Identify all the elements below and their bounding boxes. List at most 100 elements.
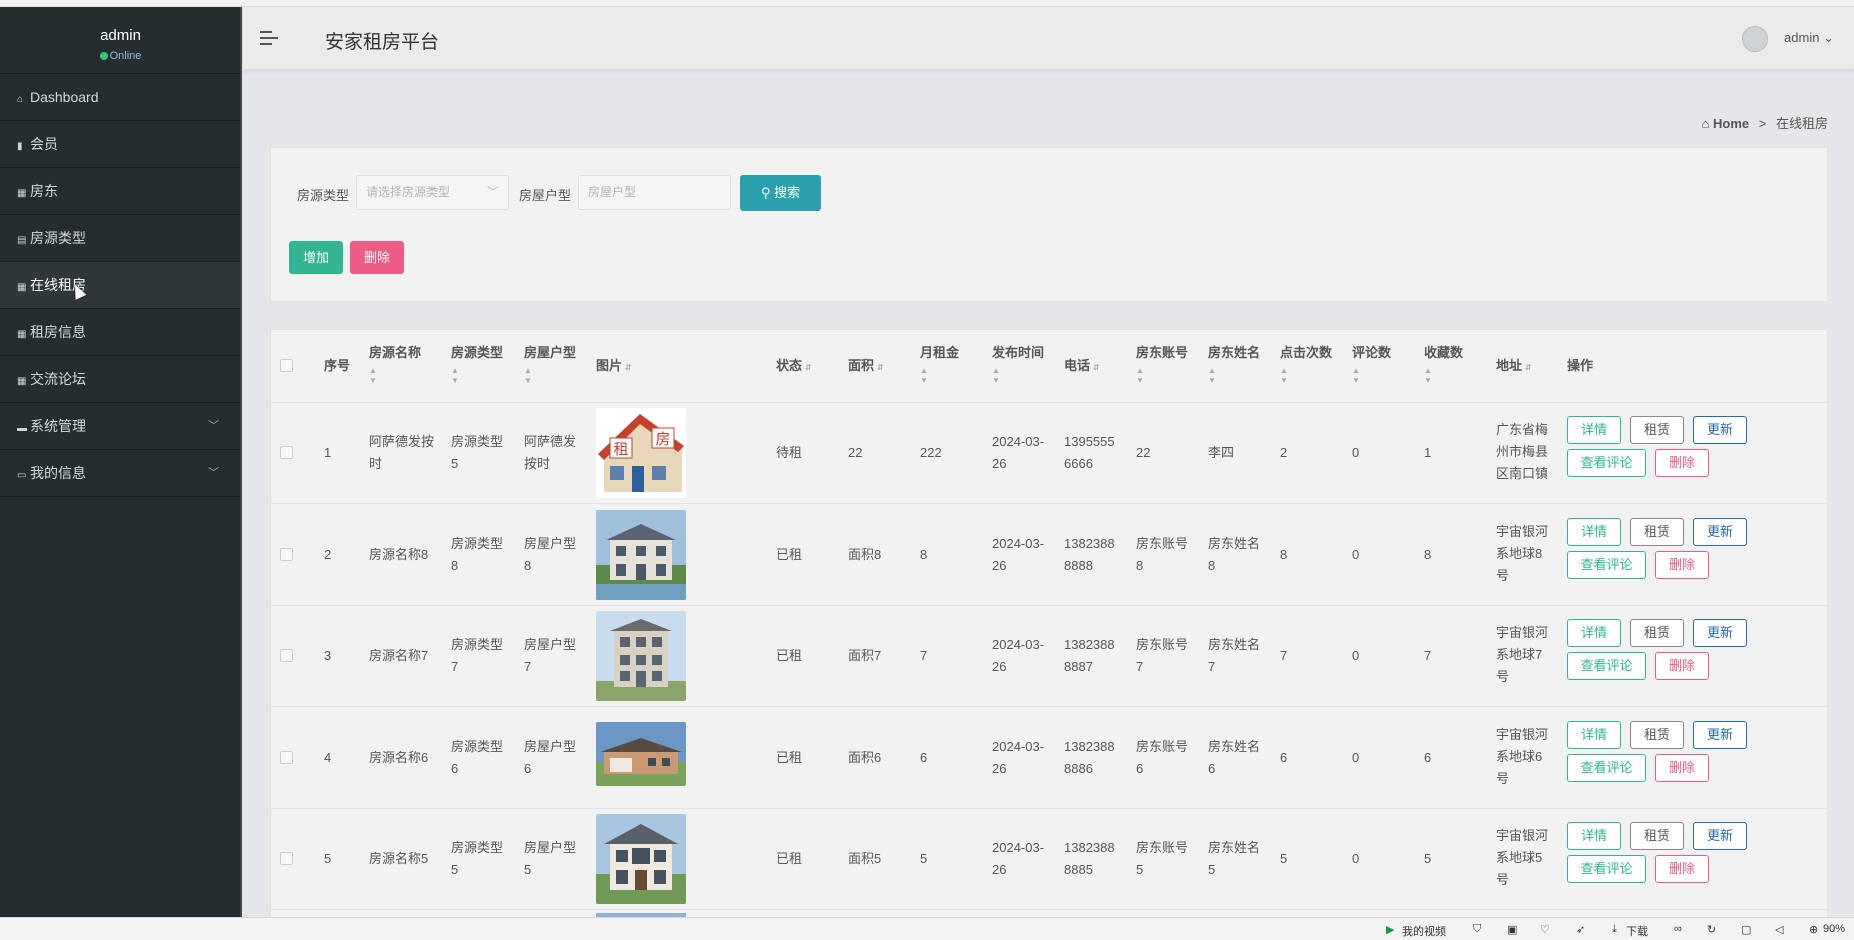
window-icon[interactable]: ▢ xyxy=(1741,923,1751,936)
detail-button[interactable]: 详情 xyxy=(1567,518,1621,546)
sidebar-item-online-rental[interactable]: ▦ 在线租房 xyxy=(0,262,241,309)
sort-icon[interactable]: ▲ ▼ xyxy=(369,366,439,386)
download-icon[interactable]: ⤓ xyxy=(1612,923,1617,936)
rent-button[interactable]: 租赁 xyxy=(1630,721,1684,749)
menu-toggle-icon[interactable] xyxy=(260,31,278,47)
delete-button[interactable]: 删除 xyxy=(1655,855,1709,883)
col-address[interactable]: 地址 ⇵ xyxy=(1496,355,1532,379)
breadcrumb-home-link[interactable]: Home xyxy=(1713,116,1749,131)
update-button[interactable]: 更新 xyxy=(1693,822,1747,850)
sidebar-item-rental-info[interactable]: ▦ 租房信息 xyxy=(0,309,241,356)
col-date[interactable]: 发布时间 ▲ ▼ xyxy=(992,342,1052,386)
select-all-checkbox[interactable] xyxy=(280,359,293,372)
house-image[interactable]: 租 房 xyxy=(596,408,686,498)
shield-icon[interactable]: ⛉ xyxy=(1473,923,1481,936)
rent-button[interactable]: 租赁 xyxy=(1630,518,1684,546)
house-image[interactable] xyxy=(596,611,686,701)
sidebar-item-landlords[interactable]: ▦ 房东 xyxy=(0,168,241,215)
update-button[interactable]: 更新 xyxy=(1693,518,1747,546)
house-layout-input[interactable]: 房屋户型 xyxy=(578,175,731,210)
sort-icon[interactable]: ▲ ▼ xyxy=(1280,366,1340,386)
rent-button[interactable]: 租赁 xyxy=(1630,822,1684,850)
delete-button[interactable]: 删除 xyxy=(1655,754,1709,782)
zoom-level[interactable]: 90% xyxy=(1823,923,1845,935)
col-account[interactable]: 房东账号 ▲ ▼ xyxy=(1136,342,1196,386)
col-comments[interactable]: 评论数 ▲ ▼ xyxy=(1352,342,1412,386)
sort-icon[interactable]: ⇵ xyxy=(805,363,812,372)
sort-icon[interactable]: ▲ ▼ xyxy=(451,366,511,386)
my-video-link[interactable]: 我的视频 xyxy=(1402,923,1446,939)
house-type-select[interactable]: 请选择房源类型 ﹀ xyxy=(356,175,509,210)
sort-icon[interactable]: ⇵ xyxy=(1093,363,1100,372)
row-checkbox[interactable] xyxy=(280,649,293,662)
view-comments-button[interactable]: 查看评论 xyxy=(1567,855,1646,883)
glasses-icon[interactable]: ∞ xyxy=(1674,923,1682,935)
col-image[interactable]: 图片 ⇵ xyxy=(596,355,632,379)
view-comments-button[interactable]: 查看评论 xyxy=(1567,449,1646,477)
sort-icon[interactable]: ▲ ▼ xyxy=(1208,366,1268,386)
delete-button[interactable]: 删除 xyxy=(1655,652,1709,680)
image-icon[interactable]: ▣ xyxy=(1507,923,1517,936)
col-name[interactable]: 房源名称 ▲ ▼ xyxy=(369,342,439,386)
sort-icon[interactable]: ▲ ▼ xyxy=(992,366,1052,386)
row-checkbox[interactable] xyxy=(280,548,293,561)
sort-icon[interactable]: ⇵ xyxy=(625,363,632,372)
col-layout[interactable]: 房屋户型 ▲ ▼ xyxy=(524,342,584,386)
view-comments-button[interactable]: 查看评论 xyxy=(1567,754,1646,782)
detail-button[interactable]: 详情 xyxy=(1567,822,1621,850)
col-owner[interactable]: 房东姓名 ▲ ▼ xyxy=(1208,342,1268,386)
header-user-menu[interactable]: admin ⌄ xyxy=(1784,30,1834,46)
col-favs[interactable]: 收藏数 ▲ ▼ xyxy=(1424,342,1484,386)
download-link[interactable]: 下载 xyxy=(1626,923,1648,939)
cell-favs: 6 xyxy=(1424,750,1432,765)
detail-button[interactable]: 详情 xyxy=(1567,721,1621,749)
col-rent[interactable]: 月租金 ▲ ▼ xyxy=(920,342,980,386)
col-type[interactable]: 房源类型 ▲ ▼ xyxy=(451,342,511,386)
col-phone[interactable]: 电话 ⇵ xyxy=(1064,355,1100,379)
sidebar-item-my-info[interactable]: ▭ 我的信息 ﹀ xyxy=(0,450,241,497)
play-icon[interactable]: ▶ xyxy=(1386,923,1394,936)
row-checkbox[interactable] xyxy=(280,852,293,865)
col-clicks[interactable]: 点击次数 ▲ ▼ xyxy=(1280,342,1340,386)
sort-icon[interactable]: ⇵ xyxy=(1525,363,1532,372)
zoom-icon[interactable]: ⊕ xyxy=(1809,923,1818,936)
detail-button[interactable]: 详情 xyxy=(1567,416,1621,444)
sidebar-scrollbar[interactable] xyxy=(240,7,242,917)
sidebar-item-system[interactable]: ▬ 系统管理 ﹀ xyxy=(0,403,241,450)
sort-icon[interactable]: ▲ ▼ xyxy=(1352,366,1412,386)
sort-icon[interactable]: ▲ ▼ xyxy=(920,366,980,386)
rocket-icon[interactable]: ➶ xyxy=(1576,923,1585,936)
view-comments-button[interactable]: 查看评论 xyxy=(1567,551,1646,579)
search-button[interactable]: ⚲ 搜索 xyxy=(740,175,821,211)
add-button[interactable]: 增加 xyxy=(289,241,343,274)
sidebar-item-dashboard[interactable]: ⌂ Dashboard xyxy=(0,74,241,121)
house-image[interactable] xyxy=(596,722,686,786)
sidebar-item-forum[interactable]: ▦ 交流论坛 xyxy=(0,356,241,403)
sort-icon[interactable]: ⇵ xyxy=(877,363,884,372)
update-button[interactable]: 更新 xyxy=(1693,416,1747,444)
col-area[interactable]: 面积 ⇵ xyxy=(848,355,884,379)
sidebar-item-house-types[interactable]: ▤ 房源类型 xyxy=(0,215,241,262)
rent-button[interactable]: 租赁 xyxy=(1630,619,1684,647)
sort-icon[interactable]: ▲ ▼ xyxy=(1136,366,1196,386)
heart-icon[interactable]: ♡ xyxy=(1540,923,1550,936)
delete-button[interactable]: 删除 xyxy=(1655,551,1709,579)
update-button[interactable]: 更新 xyxy=(1693,721,1747,749)
view-comments-button[interactable]: 查看评论 xyxy=(1567,652,1646,680)
row-checkbox[interactable] xyxy=(280,446,293,459)
batch-delete-button[interactable]: 删除 xyxy=(350,241,404,274)
refresh-icon[interactable]: ↻ xyxy=(1707,923,1716,936)
row-checkbox[interactable] xyxy=(280,751,293,764)
house-image[interactable] xyxy=(596,510,686,600)
detail-button[interactable]: 详情 xyxy=(1567,619,1621,647)
avatar[interactable] xyxy=(1742,26,1768,52)
delete-button[interactable]: 删除 xyxy=(1655,449,1709,477)
rent-button[interactable]: 租赁 xyxy=(1630,416,1684,444)
update-button[interactable]: 更新 xyxy=(1693,619,1747,647)
house-image[interactable] xyxy=(596,814,686,904)
sort-icon[interactable]: ▲ ▼ xyxy=(524,366,584,386)
col-status[interactable]: 状态 ⇵ xyxy=(776,355,812,379)
sort-icon[interactable]: ▲ ▼ xyxy=(1424,366,1484,386)
sidebar-item-members[interactable]: ▮ 会员 xyxy=(0,121,241,168)
volume-icon[interactable]: ◁ xyxy=(1775,923,1783,936)
